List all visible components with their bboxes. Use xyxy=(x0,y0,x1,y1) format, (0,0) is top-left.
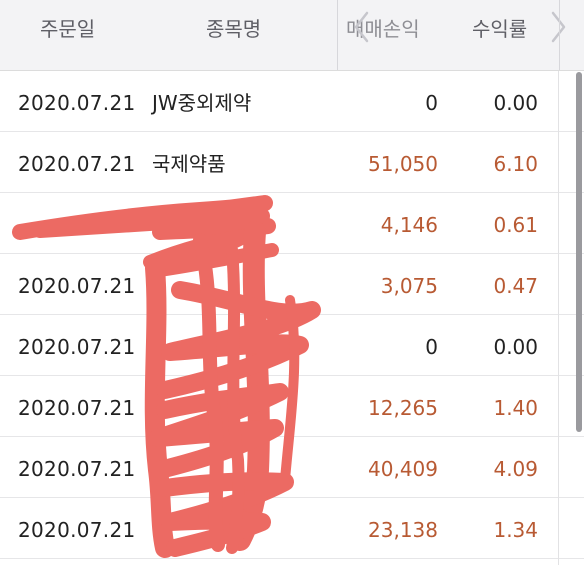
chevron-left-icon[interactable] xyxy=(352,10,372,44)
column-divider xyxy=(558,71,559,565)
order-date: 2020.07.21 xyxy=(18,518,136,542)
trade-pnl: 51,050 xyxy=(368,152,438,176)
header-divider-right xyxy=(559,0,560,70)
table-row[interactable]: 2020.07.21 12,265 1.40 xyxy=(0,376,584,437)
column-header-order-date[interactable]: 주문일 xyxy=(40,0,95,70)
table-row[interactable]: 2020.07.21 23,138 1.34 xyxy=(0,498,584,559)
column-header-stock-name[interactable]: 종목명 xyxy=(206,0,261,70)
table-row[interactable]: 2020.07.21 40,409 4.09 xyxy=(0,437,584,498)
trade-pnl: 12,265 xyxy=(368,396,438,420)
return-rate: 0.47 xyxy=(493,274,538,298)
return-rate: 0.00 xyxy=(493,91,538,115)
table-row[interactable]: 2020.07.21 0 0.00 xyxy=(0,315,584,376)
stock-name: 국제약품 xyxy=(152,152,226,176)
table-row[interactable]: 2020.07.21 국제약품 51,050 6.10 xyxy=(0,132,584,193)
return-rate: 1.40 xyxy=(493,396,538,420)
order-date: 2020.07.21 xyxy=(18,396,136,420)
column-header-return-rate[interactable]: 수익률 xyxy=(472,0,527,70)
vertical-scrollbar[interactable] xyxy=(576,72,582,432)
header-divider xyxy=(337,0,338,70)
return-rate: 0.61 xyxy=(493,213,538,237)
return-rate: 4.09 xyxy=(493,457,538,481)
return-rate: 1.34 xyxy=(493,518,538,542)
trade-pnl: 40,409 xyxy=(368,457,438,481)
trade-pnl: 0 xyxy=(425,91,438,115)
table-header: 주문일 종목명 매매손익 수익률 xyxy=(0,0,584,71)
return-rate: 6.10 xyxy=(493,152,538,176)
chevron-right-icon[interactable] xyxy=(548,10,568,44)
table-row[interactable]: 2020.07.21 3,075 0.47 xyxy=(0,254,584,315)
order-date: 2020.07.21 xyxy=(18,335,136,359)
stock-name: JW중외제약 xyxy=(152,91,252,115)
table-row[interactable]: 2020.07.21 JW중외제약 0 0.00 xyxy=(0,71,584,132)
order-date: 2020.07.21 xyxy=(18,152,136,176)
trade-pnl: 3,075 xyxy=(380,274,438,298)
order-date: 2020.07.21 xyxy=(18,91,136,115)
order-date: 2020.07.21 xyxy=(18,457,136,481)
trade-pnl: 23,138 xyxy=(368,518,438,542)
table-row[interactable]: 4,146 0.61 xyxy=(0,193,584,254)
return-rate: 0.00 xyxy=(493,335,538,359)
trade-pnl: 4,146 xyxy=(380,213,438,237)
trade-pnl: 0 xyxy=(425,335,438,359)
order-date: 2020.07.21 xyxy=(18,274,136,298)
